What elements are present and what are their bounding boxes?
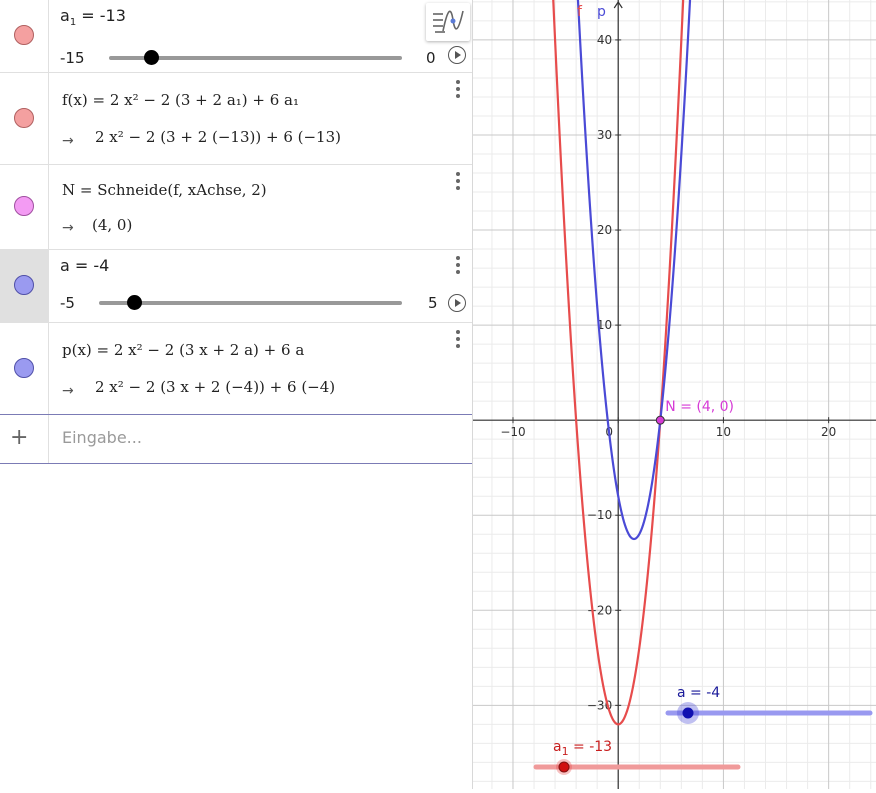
p-more-menu-icon[interactable] <box>452 328 464 350</box>
grid-minor <box>473 0 876 789</box>
marble-cell <box>0 73 49 164</box>
algebra-graph-toggle-icon <box>433 10 464 33</box>
a-play-button[interactable] <box>448 294 466 312</box>
a1-slider-min: -15 <box>60 49 85 67</box>
p-value: 2 x² − 2 (3 x + 2 (−4)) + 6 (−4) <box>95 378 336 396</box>
point-N-label: N = (4, 0) <box>665 399 734 415</box>
a-slider-track[interactable] <box>99 301 402 305</box>
algebra-row-N[interactable]: N = Schneide(f, xAchse, 2) → (4, 0) <box>0 165 472 250</box>
graphics-view[interactable]: −10 0 10 20 40 30 20 10 −10 −20 −30 fpN = (4, 0) a… <box>473 0 876 789</box>
input-separator <box>48 415 49 463</box>
N-definition: N = Schneide(f, xAchse, 2) <box>62 181 267 199</box>
add-icon[interactable]: + <box>10 425 28 450</box>
graph-canvas[interactable]: −10 0 10 2040302010−10−20−30 f pN = (4, 0) a… <box>473 0 876 789</box>
f-value: 2 x² − 2 (3 + 2 (−13)) + 6 (−13) <box>95 128 341 146</box>
visibility-toggle-a[interactable] <box>14 275 34 295</box>
slider-a1-label: a1 = -13 <box>553 739 612 758</box>
y-tick-label: −20 <box>587 603 612 617</box>
a1-label-main: a <box>60 6 70 25</box>
a1-play-button[interactable] <box>448 46 466 64</box>
curves: f p N = (4, 0) <box>552 0 734 726</box>
a1-slider-max: 0 <box>426 49 436 67</box>
slider-a1-label-main: a <box>553 739 562 755</box>
slider-a-label: a = -4 <box>677 685 720 701</box>
y-tick-label: −10 <box>587 508 612 522</box>
visibility-toggle-N[interactable] <box>14 196 34 216</box>
a-slider-knob[interactable] <box>127 295 142 310</box>
algebra-toggle-button[interactable] <box>426 3 470 41</box>
intersection-point-N <box>655 415 665 425</box>
y-tick-label: 30 <box>597 128 612 142</box>
a1-label-rest: = -13 <box>76 6 126 25</box>
curve-p-label: p <box>597 4 606 20</box>
slider-a1-label-rest: = -13 <box>569 739 613 755</box>
algebra-row-f[interactable]: f(x) = 2 x² − 2 (3 + 2 a₁) + 6 a₁ → 2 x²… <box>0 73 472 165</box>
input-row[interactable]: + <box>0 414 472 464</box>
marble-cell <box>0 323 49 414</box>
a-more-menu-icon[interactable] <box>452 254 464 276</box>
result-arrow: → <box>62 133 74 149</box>
N-more-menu-icon[interactable] <box>452 170 464 192</box>
axes <box>473 0 876 789</box>
slider-a1-label-sub: 1 <box>562 745 569 758</box>
curve-f-label: f <box>577 4 583 20</box>
a-slider-max: 5 <box>428 294 438 312</box>
N-value: (4, 0) <box>92 216 133 234</box>
visibility-toggle-f[interactable] <box>14 108 34 128</box>
visibility-toggle-a1[interactable] <box>14 25 34 45</box>
algebra-view: a1 = -13 -15 0 f(x) = 2 x² − 2 (3 + 2 a₁… <box>0 0 472 789</box>
algebra-row-p[interactable]: p(x) = 2 x² − 2 (3 x + 2 a) + 6 a → 2 x²… <box>0 323 472 414</box>
y-tick-label: 20 <box>597 223 612 237</box>
input-bar[interactable] <box>60 427 464 448</box>
marble-cell <box>0 0 49 72</box>
y-tick-label: 40 <box>597 33 612 47</box>
marble-cell <box>0 250 49 322</box>
x-tick-label: −10 <box>500 425 525 439</box>
result-arrow: → <box>62 220 74 236</box>
a-label: a = -4 <box>60 256 110 275</box>
a1-label: a1 = -13 <box>60 6 126 28</box>
x-tick-label: 10 <box>716 425 731 439</box>
visibility-toggle-p[interactable] <box>14 358 34 378</box>
algebra-row-a1[interactable]: a1 = -13 -15 0 <box>0 0 472 73</box>
f-more-menu-icon[interactable] <box>452 78 464 100</box>
slider-a1-handle <box>558 761 570 773</box>
a-slider-min: -5 <box>60 294 75 312</box>
a1-slider-knob[interactable] <box>144 50 159 65</box>
x-tick-label: 20 <box>821 425 836 439</box>
algebra-row-a[interactable]: a = -4 -5 5 <box>0 250 472 323</box>
marble-cell <box>0 165 49 249</box>
result-arrow: → <box>62 383 74 399</box>
curve-f <box>552 0 685 726</box>
f-definition: f(x) = 2 x² − 2 (3 + 2 a₁) + 6 a₁ <box>62 91 300 109</box>
grid-major <box>473 0 876 789</box>
slider-a-handle <box>682 707 694 719</box>
p-definition: p(x) = 2 x² − 2 (3 x + 2 a) + 6 a <box>62 341 305 359</box>
